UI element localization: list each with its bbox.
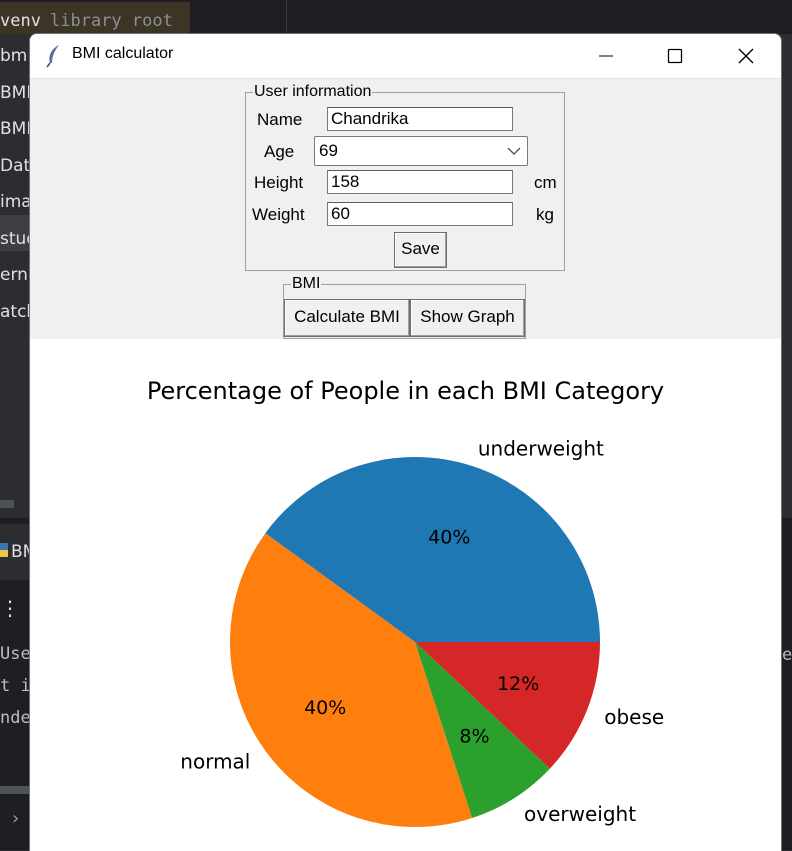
chevron-down-icon[interactable] [507,146,521,156]
pie-chart: 40% underweight 40% normal 8% overweight 12% ob… [180,436,664,827]
pct-label-obese: 12% [497,673,539,695]
close-button[interactable] [715,34,777,78]
user-info-legend: User information [254,83,372,100]
bmi-legend: BMI [292,275,321,292]
height-unit: cm [534,173,557,192]
height-input[interactable]: 158 [327,170,513,194]
category-label-underweight: underweight [478,436,604,460]
minimize-button[interactable] [575,34,637,78]
category-label-normal: normal [180,750,250,774]
library-root-label: library root [50,11,173,31]
weight-unit: kg [536,205,554,224]
ide-console-scrollbar[interactable] [0,786,30,794]
feather-icon [44,44,64,68]
category-label-obese: obese [604,705,664,729]
minimize-icon [599,55,613,57]
age-value: 69 [319,141,338,160]
python-icon [0,542,8,557]
ide-scrollbar[interactable] [0,500,14,508]
category-label-overweight: overweight [524,802,636,826]
pct-label-overweight: 8% [459,726,489,748]
weight-input[interactable]: 60 [327,202,513,226]
chart-canvas: Percentage of People in each BMI Categor… [30,339,781,851]
ide-venv-row[interactable]: venv library root [0,2,190,36]
height-label: Height [254,173,304,192]
more-options-icon[interactable]: ⋮ [0,596,20,620]
name-label: Name [257,110,303,129]
name-input[interactable]: Chandrika [327,107,513,131]
pct-label-normal: 40% [304,697,346,719]
chevron-right-icon[interactable]: › [12,808,19,829]
age-combobox[interactable]: 69 [314,136,528,166]
age-label: Age [264,142,295,161]
maximize-button[interactable] [644,34,706,78]
weight-label: Weight [252,205,305,224]
maximize-icon [667,48,683,64]
calculate-bmi-button[interactable]: Calculate BMI [284,299,410,337]
bmi-calculator-window: BMI calculator User information Name Cha… [29,33,782,851]
console-line: nde [0,708,31,728]
window-title: BMI calculator [72,45,174,62]
console-line: Use [0,644,31,664]
pct-label-underweight: 40% [428,526,470,548]
console-line: t i [0,676,31,696]
show-graph-button[interactable]: Show Graph [410,299,525,337]
ide-splitter [286,0,287,34]
venv-label: venv [0,11,41,31]
title-bar[interactable]: BMI calculator [30,34,781,79]
console-right-text: e [782,645,792,665]
close-icon [738,48,754,64]
save-button[interactable]: Save [394,232,447,268]
